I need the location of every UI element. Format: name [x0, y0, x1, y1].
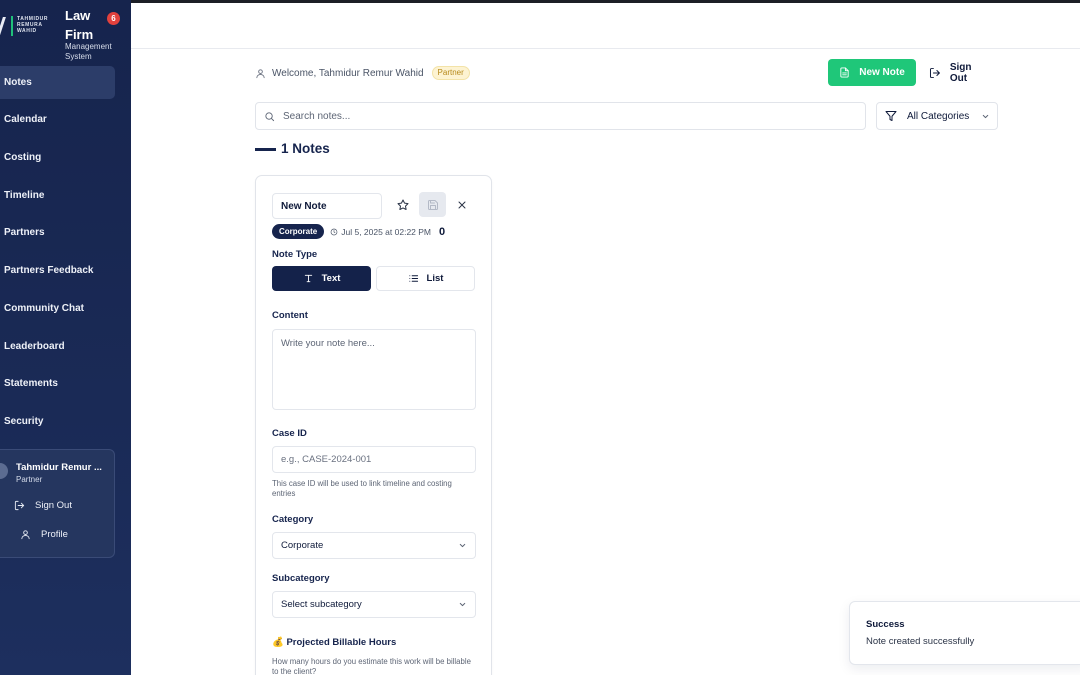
avatar[interactable] [0, 463, 8, 479]
new-note-label: New Note [859, 67, 905, 78]
window-top-strip [0, 0, 1080, 3]
subcategory-select[interactable]: Select subcategory [272, 591, 476, 618]
note-type-label: Note Type [272, 249, 318, 260]
profile-label: Profile [41, 528, 68, 540]
category-filter-select[interactable]: All Categories [876, 102, 998, 130]
case-id-input[interactable] [272, 446, 476, 473]
sidebar-item-partners[interactable]: Partners [0, 216, 115, 249]
close-icon [458, 201, 465, 208]
sidebar-item-costing[interactable]: Costing [0, 141, 115, 174]
user-icon [256, 68, 265, 78]
sidebar: TAHMIDUR REMURA WAHID Law Firm Managemen… [0, 0, 131, 675]
content-label: Content [272, 310, 308, 321]
billable-hours-label: 💰 Projected Billable Hours [272, 637, 397, 648]
logo-text: TAHMIDUR REMURA WAHID [17, 16, 49, 34]
note-date: Jul 5, 2025 at 02:22 PM [330, 227, 431, 237]
category-label: Category [272, 514, 314, 525]
section-accent-bar [255, 148, 276, 151]
type-list-button[interactable]: List [376, 266, 475, 291]
close-button[interactable] [448, 192, 475, 217]
note-editor-card: Corporate Jul 5, 2025 at 02:22 PM 0 Note… [255, 175, 492, 675]
logo-mark-icon [0, 17, 6, 35]
star-icon [397, 199, 408, 210]
chevron-down-icon [459, 602, 466, 607]
note-type-toggle: Text List [272, 266, 476, 291]
category-select-value: Corporate [281, 540, 324, 551]
notes-count-title: 1 Notes [281, 141, 330, 156]
notification-badge[interactable]: 6 [107, 12, 120, 25]
user-menu-card: Tahmidur Remur ... Partner Sign Out Prof… [0, 449, 115, 558]
welcome-text: Welcome, Tahmidur Remur Wahid [272, 67, 424, 79]
type-text-button[interactable]: Text [272, 266, 371, 291]
save-button[interactable] [419, 192, 446, 217]
success-toast: Success Note created successfully [849, 601, 1080, 665]
note-date-text: Jul 5, 2025 at 02:22 PM [341, 226, 432, 237]
sidebar-item-security[interactable]: Security [0, 405, 115, 438]
sidebar-item-partners-feedback[interactable]: Partners Feedback [0, 254, 115, 287]
sidebar-item-leaderboard[interactable]: Leaderboard [0, 330, 115, 363]
clock-icon [330, 228, 338, 235]
sidebar-sign-out-button[interactable]: Sign Out [14, 497, 72, 513]
chevron-down-icon [459, 543, 466, 548]
brand: TAHMIDUR REMURA WAHID Law Firm Managemen… [0, 6, 131, 62]
role-badge: Partner [431, 66, 470, 80]
sidebar-item-calendar[interactable]: Calendar [0, 103, 115, 136]
sign-out-button[interactable]: Sign Out [929, 59, 991, 86]
file-icon [840, 67, 849, 78]
sidebar-profile-button[interactable]: Profile [20, 526, 68, 542]
app-subtitle: Management System [65, 42, 112, 61]
case-id-label: Case ID [272, 428, 307, 439]
sign-out-icon [929, 67, 940, 78]
category-select[interactable]: Corporate [272, 532, 476, 559]
subcategory-label: Subcategory [272, 573, 330, 584]
content-textarea[interactable] [272, 329, 476, 410]
note-meta-row: Corporate Jul 5, 2025 at 02:22 PM 0 [272, 224, 445, 239]
type-text-label: Text [321, 273, 341, 284]
filter-icon [885, 111, 897, 121]
search-box [255, 102, 866, 130]
note-title-input[interactable] [272, 193, 382, 219]
sidebar-item-community-chat[interactable]: Community Chat [0, 292, 115, 325]
toast-message: Note created successfully [866, 636, 975, 647]
sidebar-item-notes[interactable]: Notes [0, 66, 115, 99]
user-role: Partner [16, 475, 43, 484]
save-icon [427, 199, 438, 210]
billable-hours-help: How many hours do you estimate this work… [272, 657, 471, 675]
category-tag: Corporate [272, 224, 325, 239]
text-icon [304, 274, 312, 283]
note-counter: 0 [439, 225, 446, 238]
user-icon [21, 529, 30, 539]
user-name: Tahmidur Remur ... [16, 462, 102, 473]
favorite-button[interactable] [389, 192, 416, 217]
case-id-help: This case ID will be used to link timeli… [272, 479, 452, 498]
sign-out-label: Sign Out [35, 499, 72, 511]
logo-divider [11, 16, 13, 36]
list-icon [408, 275, 418, 282]
sign-out-icon [14, 500, 25, 510]
sidebar-item-timeline[interactable]: Timeline [0, 179, 115, 212]
toast-title: Success [866, 619, 905, 630]
app-title: Law Firm [65, 8, 94, 42]
chevron-down-icon [983, 114, 989, 118]
type-list-label: List [426, 273, 444, 284]
welcome-message: Welcome, Tahmidur Remur Wahid Partner [255, 66, 470, 80]
category-filter-value: All Categories [907, 110, 970, 122]
new-note-button[interactable]: New Note [828, 59, 916, 86]
header-divider [131, 48, 1080, 49]
search-input[interactable] [283, 110, 843, 122]
sidebar-item-statements[interactable]: Statements [0, 367, 115, 400]
sign-out-label: Sign Out [949, 61, 972, 84]
subcategory-select-value: Select subcategory [281, 599, 362, 610]
search-icon [265, 111, 275, 121]
